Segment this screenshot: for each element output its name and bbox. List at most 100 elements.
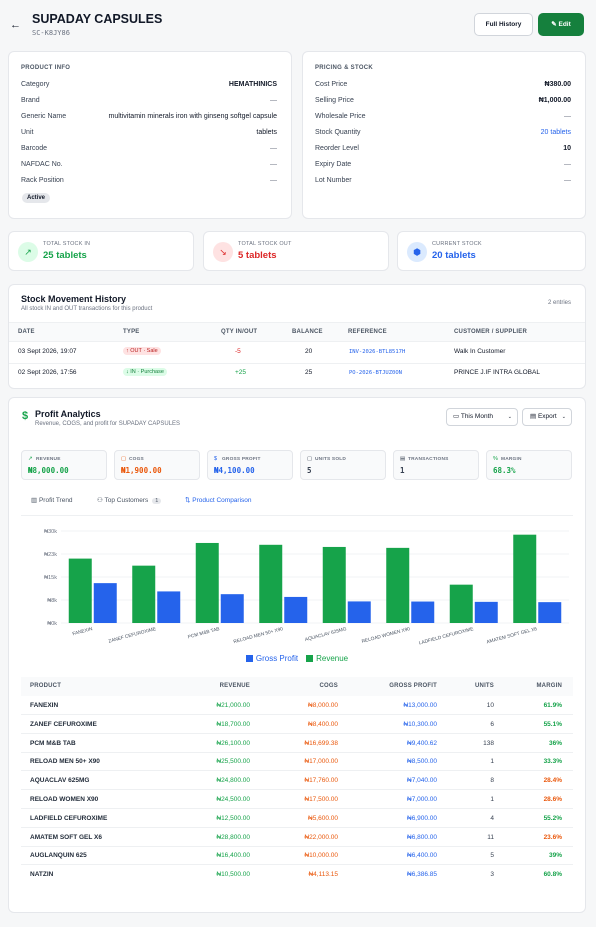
chart-icon: ▥ [31, 497, 39, 504]
bar-revenue[interactable] [132, 565, 156, 623]
movement-col-header: TYPE [123, 329, 140, 335]
box-icon: ▢ [307, 456, 313, 462]
bar-revenue[interactable] [68, 558, 92, 623]
bar-gross-profit[interactable] [411, 601, 435, 623]
y-tick-label: ₦23k [44, 552, 57, 558]
x-tick-label: AQUACLAV 625MG [304, 626, 347, 643]
info-value: — [270, 177, 277, 184]
movement-subtitle: All stock IN and OUT transactions for th… [21, 306, 153, 312]
product-col-header: COGS [319, 683, 338, 689]
tab-top-customers[interactable]: ⚇ Top Customers 1 [93, 496, 165, 516]
product-revenue: ₦28,800.00 [216, 833, 250, 841]
product-margin: 23.6% [543, 833, 562, 841]
pricing-value: ₦1,000.00 [538, 97, 571, 104]
product-cogs: ₦16,699.38 [304, 739, 338, 747]
chevron-down-icon: ⌄ [561, 414, 566, 420]
period-select[interactable]: ▭ This Month ⌄ [446, 408, 518, 426]
stat-card: ↗ TOTAL STOCK IN 25 tablets [8, 231, 194, 271]
bar-revenue[interactable] [449, 584, 473, 623]
product-revenue: ₦21,000.00 [216, 702, 250, 709]
row-divider [21, 864, 573, 866]
x-tick-label: RELOAD MEN 50+ X90 [233, 626, 284, 645]
movement-reference[interactable]: PO-2026-BTJUZ0ON [349, 370, 402, 376]
pricing-label: Wholesale Price [315, 113, 366, 120]
bar-gross-profit[interactable] [474, 601, 498, 623]
bar-gross-profit[interactable] [284, 596, 308, 623]
movement-col-header: BALANCE [292, 329, 323, 335]
row-divider [21, 714, 573, 715]
movement-col-header: CUSTOMER / SUPPLIER [454, 329, 528, 335]
product-product: AMATEM SOFT GEL X6 [30, 833, 102, 841]
info-label: Unit [21, 129, 34, 136]
product-product: PCM M&B TAB [30, 739, 76, 747]
bar-gross-profit[interactable] [220, 594, 244, 623]
pricing-value: — [564, 177, 571, 184]
kpi-value: 5 [307, 466, 312, 475]
trend-down-icon: ↘ [213, 242, 233, 262]
bar-revenue[interactable] [386, 547, 410, 623]
kpi-label: MARGIN [501, 457, 522, 462]
stock-movement-card: Stock Movement History All stock IN and … [8, 284, 586, 389]
info-label: Generic Name [21, 113, 67, 120]
product-cogs: ₦17,760.00 [304, 777, 338, 785]
product-col-header: MARGIN [536, 683, 562, 689]
edit-button[interactable]: ✎ Edit [538, 13, 584, 36]
kpi-label: TRANSACTIONS [408, 457, 449, 462]
y-tick-label: ₦15k [44, 575, 57, 581]
bar-gross-profit[interactable] [93, 583, 117, 623]
bar-gross-profit[interactable] [538, 602, 562, 623]
chevron-down-icon: ⌄ [507, 414, 512, 420]
product-margin: 33.3% [543, 758, 562, 766]
bar-revenue[interactable] [259, 544, 283, 623]
kpi-card: ▢ COGS ₦1,900.00 [114, 450, 200, 480]
product-units: 1 [490, 796, 494, 803]
stat-card: ⬢ CURRENT STOCK 20 tablets [397, 231, 586, 271]
movement-col-header: QTY IN/OUT [221, 329, 258, 335]
export-button[interactable]: ▤ Export ⌄ [522, 408, 572, 426]
product-margin: 28.4% [543, 777, 562, 785]
product-revenue: ₦16,400.00 [216, 852, 250, 860]
bar-gross-profit[interactable] [347, 601, 371, 623]
product-revenue: ₦18,700.00 [216, 720, 250, 728]
bar-revenue[interactable] [322, 546, 346, 623]
pricing-stock-card: PRICING & STOCK Cost Price ₦380.00 Selling… [302, 51, 586, 219]
legend-item[interactable]: Revenue [306, 654, 348, 663]
back-arrow-icon[interactable]: ← [10, 19, 21, 31]
product-cogs: ₦17,500.00 [304, 796, 338, 803]
tab-product-comparison[interactable]: ⇅ Product Comparison [181, 496, 256, 516]
kpi-value: ₦4,100.00 [214, 466, 255, 475]
dollar-icon: $ [22, 410, 29, 422]
product-margin: 36% [548, 739, 562, 747]
pricing-value: — [564, 113, 571, 120]
row-divider [21, 789, 573, 791]
row-divider [21, 845, 573, 847]
bar-revenue[interactable] [513, 534, 537, 623]
bar-gross-profit[interactable] [157, 591, 181, 623]
product-gross-profit: ₦6,400.00 [407, 852, 437, 860]
analytics-title: Profit Analytics [35, 409, 101, 419]
receipt-icon: ▤ [400, 456, 406, 462]
product-code: SC-K8JY86 [32, 29, 70, 37]
product-gross-profit: ₦7,040.00 [407, 777, 437, 785]
kpi-label: UNITS SOLD [315, 457, 347, 462]
product-product: ZANEF CEFUROXIME [30, 720, 97, 728]
movement-date: 02 Sept 2026, 17:56 [18, 369, 77, 376]
product-units: 6 [490, 720, 494, 728]
product-info-card: PRODUCT INFO Category HEMATHINICS Brand — Ge… [8, 51, 292, 219]
full-history-button[interactable]: Full History [474, 13, 533, 36]
tab-badge: 1 [152, 498, 162, 504]
info-label: Brand [21, 97, 40, 104]
bar-revenue[interactable] [195, 542, 219, 623]
legend-item[interactable]: Gross Profit [245, 654, 298, 663]
product-units: 4 [490, 814, 494, 822]
page-title: SUPADAY CAPSULES [32, 12, 163, 26]
info-value: — [270, 161, 277, 168]
movement-reference[interactable]: INV-2026-BTL8517H [349, 349, 405, 355]
stat-value: 20 tablets [432, 250, 476, 261]
info-value: tablets [256, 129, 277, 136]
y-tick-label: ₦8k [47, 598, 57, 604]
profit-analytics-card: $ Profit Analytics Revenue, COGS, and pr… [8, 397, 586, 913]
tab-profit-trend[interactable]: ▥ Profit Trend [27, 496, 77, 516]
product-cogs: ₦17,000.00 [304, 758, 338, 766]
info-value: HEMATHINICS [228, 81, 277, 88]
